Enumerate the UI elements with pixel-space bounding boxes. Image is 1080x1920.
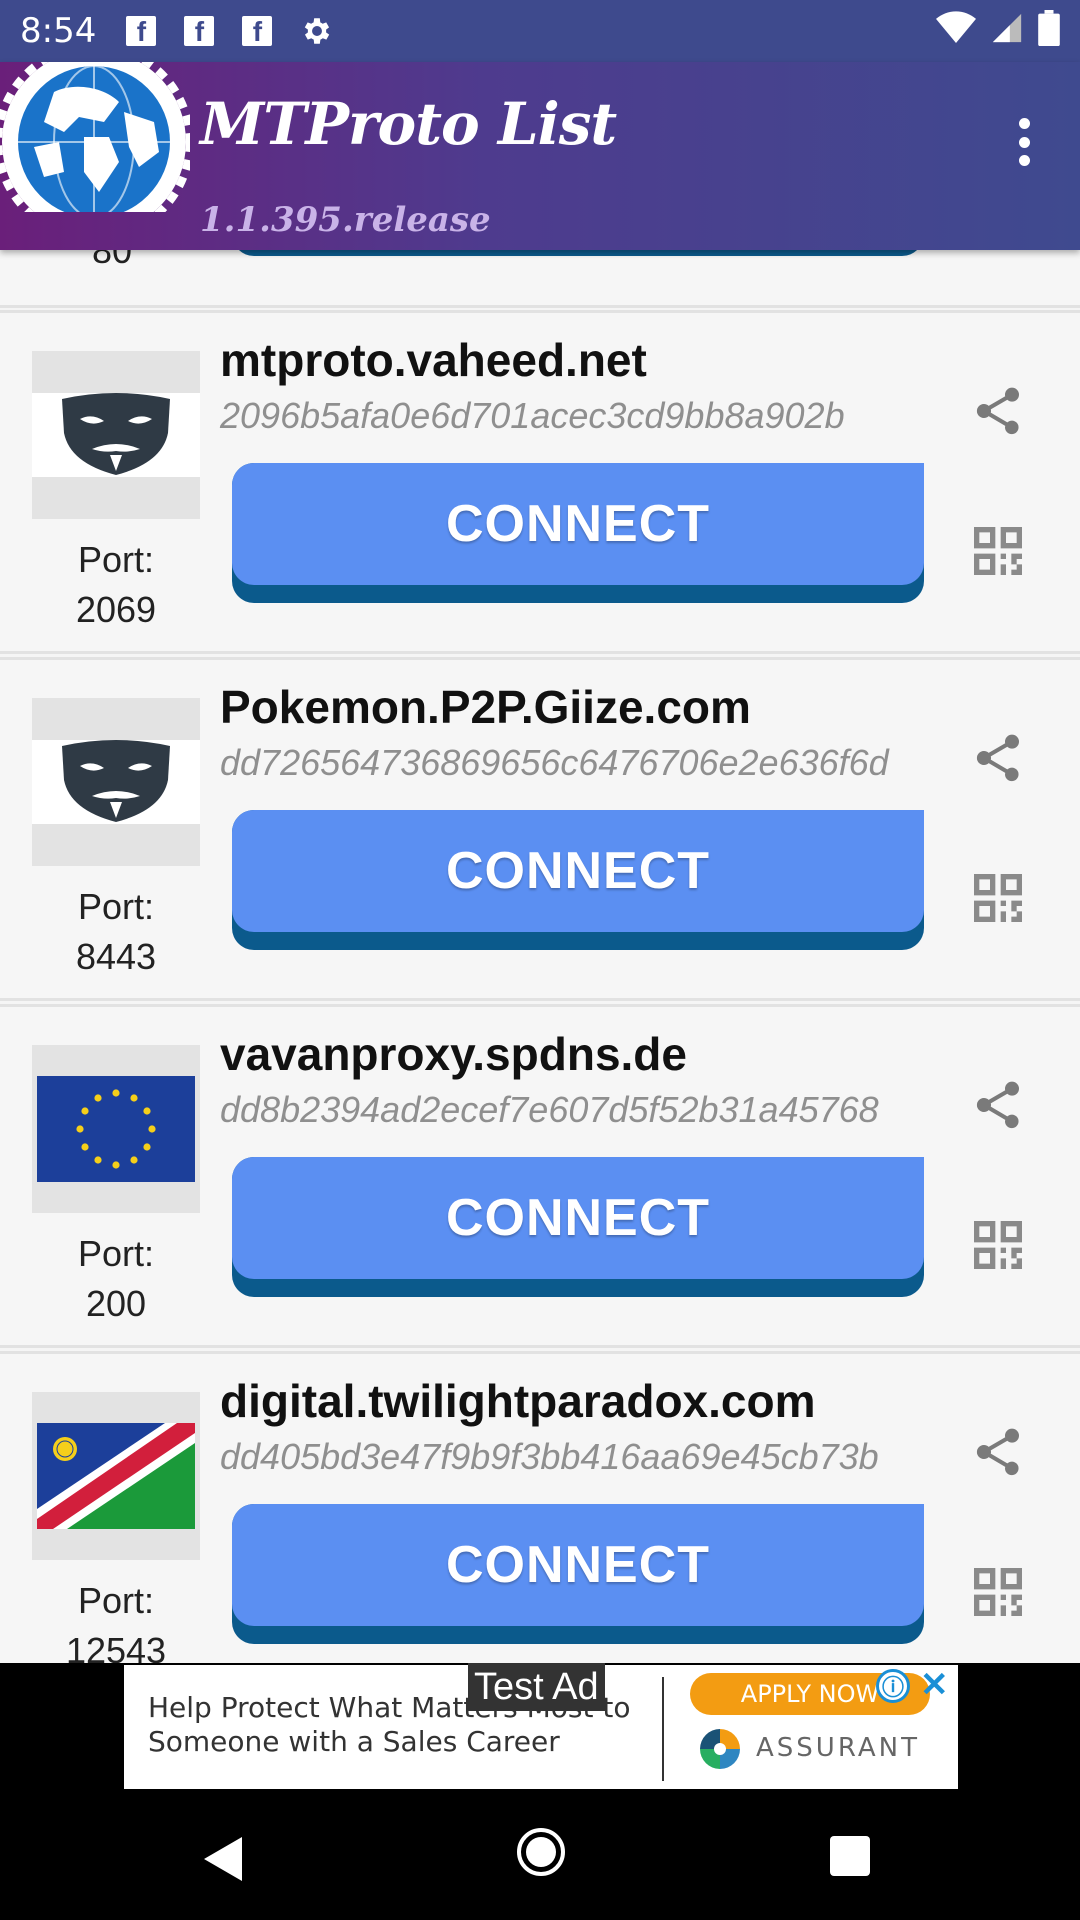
eu-flag-icon (32, 1045, 200, 1213)
connect-label: CONNECT (445, 842, 711, 900)
connect-button[interactable]: CONNECT (232, 463, 924, 603)
ad-info-icon[interactable]: ⓘ (876, 1669, 910, 1703)
anonymous-mask-icon (32, 351, 200, 519)
port-label: Port: (77, 539, 155, 580)
proxy-card-partial: 80 (0, 250, 1080, 308)
proxy-card: Port: 12543 digital.twilightparadox.com … (0, 1351, 1080, 1663)
port-label: Port: (77, 1580, 155, 1621)
port-value: 200 (85, 1283, 147, 1324)
port-value: 80 (92, 250, 133, 271)
assurant-logo-icon (700, 1729, 740, 1769)
proxy-list[interactable]: 80 Port: 2069 mtproto.vaheed.net 2096b5a… (0, 250, 1080, 1663)
port-label: Port: (77, 886, 155, 927)
port-value: 12543 (65, 1630, 167, 1663)
facebook-icon: f (126, 16, 157, 46)
qr-code-icon[interactable] (966, 1560, 1030, 1624)
proxy-card: Port: 8443 Pokemon.P2P.Giize.com dd72656… (0, 657, 1080, 1001)
facebook-icon: f (184, 16, 215, 46)
test-ad-label: Test Ad (468, 1663, 605, 1711)
app-screen: 8:54 f f f MTProto List 1.1.395.release … (0, 0, 1080, 1920)
navigation-bar (0, 1791, 1080, 1920)
ad-close-icon[interactable]: ✕ (920, 1665, 949, 1705)
app-title: MTProto List (200, 90, 617, 158)
ad-area: Help Protect What Matters Most to Someon… (0, 1663, 1080, 1791)
port-value: 8443 (75, 936, 157, 977)
overflow-menu-icon[interactable] (1004, 112, 1044, 172)
share-icon[interactable] (970, 1077, 1026, 1133)
gear-icon (305, 18, 330, 44)
connect-label: CONNECT (445, 1189, 711, 1247)
wifi-icon (936, 11, 976, 44)
globe-gear-logo (0, 62, 190, 212)
proxy-host: vavanproxy.spdns.de (220, 1028, 687, 1080)
namibia-flag-icon (32, 1392, 200, 1560)
connect-button[interactable]: CONNECT (232, 1157, 924, 1297)
qr-code-icon[interactable] (966, 866, 1030, 930)
home-icon[interactable] (516, 1827, 566, 1877)
connect-button[interactable]: CONNECT (232, 810, 924, 950)
signal-icon (992, 13, 1022, 43)
proxy-card: Port: 2069 mtproto.vaheed.net 2096b5afa0… (0, 310, 1080, 654)
proxy-secret: 2096b5afa0e6d701acec3cd9bb8a902b (220, 395, 845, 436)
qr-code-icon[interactable] (966, 519, 1030, 583)
share-icon[interactable] (970, 1424, 1026, 1480)
status-bar: 8:54 f f f (0, 0, 1080, 62)
proxy-host: mtproto.vaheed.net (220, 334, 647, 386)
connect-button[interactable] (232, 250, 924, 256)
ad-divider (662, 1677, 664, 1781)
proxy-secret: dd726564736869656c6476706e2e636f6d (220, 742, 889, 783)
port-label: Port: (77, 1233, 155, 1274)
anonymous-mask-icon (32, 698, 200, 866)
connect-label: CONNECT (445, 495, 711, 553)
battery-icon (1038, 10, 1060, 46)
app-bar: MTProto List 1.1.395.release (0, 62, 1080, 250)
connect-button[interactable]: CONNECT (232, 1504, 924, 1644)
share-icon[interactable] (970, 730, 1026, 786)
ad-brand: ASSURANT (756, 1733, 920, 1763)
qr-code-icon[interactable] (966, 1213, 1030, 1277)
proxy-host: digital.twilightparadox.com (220, 1375, 816, 1427)
status-right-icons (936, 10, 1060, 46)
facebook-icon: f (242, 16, 273, 46)
connect-label: CONNECT (445, 1536, 711, 1594)
share-icon[interactable] (970, 383, 1026, 439)
back-icon[interactable] (200, 1833, 246, 1885)
proxy-secret: dd405bd3e47f9b9f3bb416aa69e45cb73b (220, 1436, 879, 1477)
recents-icon[interactable] (830, 1836, 870, 1876)
app-version: 1.1.395.release (200, 200, 491, 240)
port-value: 2069 (75, 589, 157, 630)
proxy-card: Port: 200 vavanproxy.spdns.de dd8b2394ad… (0, 1004, 1080, 1348)
proxy-secret: dd8b2394ad2ecef7e607d5f52b31a45768 (220, 1089, 879, 1130)
proxy-host: Pokemon.P2P.Giize.com (220, 681, 751, 733)
status-time: 8:54 (20, 11, 97, 51)
